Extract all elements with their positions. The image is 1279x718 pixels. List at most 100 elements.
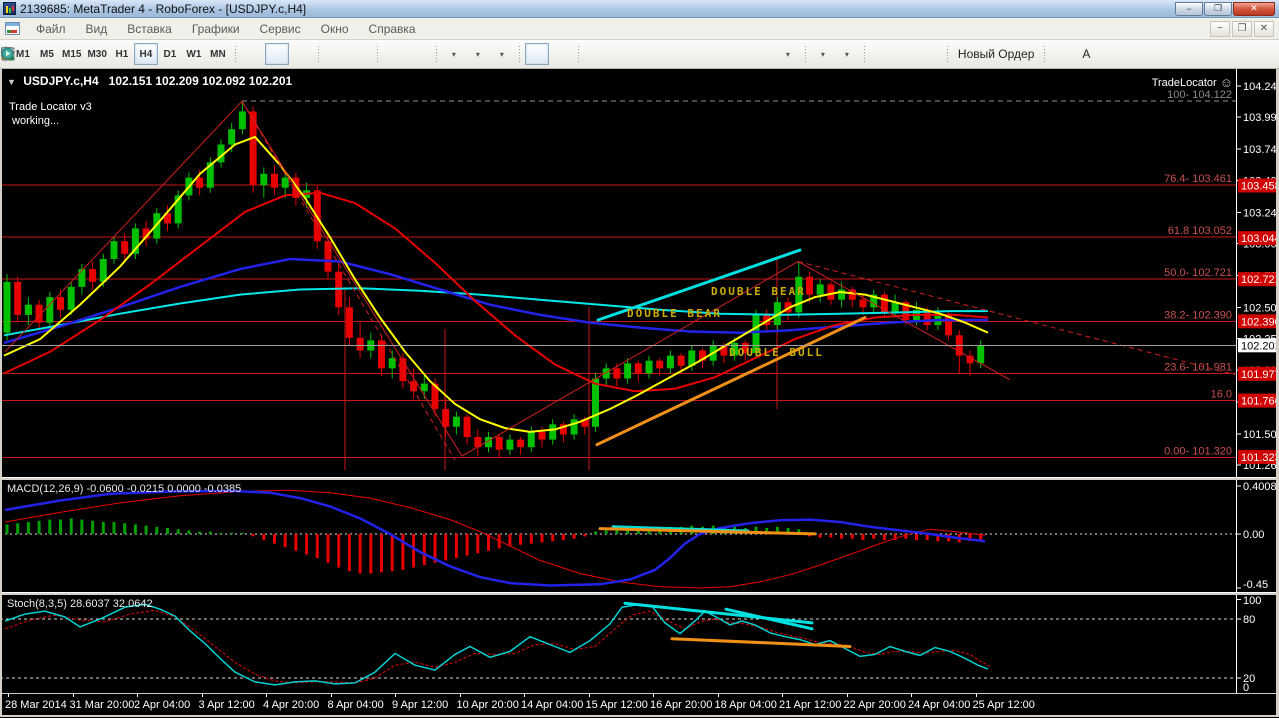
- time-tick-label: 22 Apr 20:00: [843, 699, 906, 711]
- candle-body: [121, 241, 129, 254]
- fibo-fan-button[interactable]: F: [1, 43, 752, 65]
- double-bear-label[interactable]: DOUBLE BEAR: [627, 307, 722, 320]
- child-restore-button[interactable]: ❐: [1232, 20, 1252, 37]
- candle-body: [3, 281, 11, 333]
- dropdown-arrow-icon: ▾: [820, 49, 825, 59]
- timeframe-m15-button[interactable]: M15: [59, 43, 84, 65]
- time-axis[interactable]: 28 Mar 2014 31 Mar 20:00 2 Apr 04:00 3 Apr …: [0, 693, 1279, 715]
- trendline-button[interactable]: [1, 43, 656, 65]
- ohlc-values: 102.151 102.209 102.092 102.201: [108, 74, 293, 88]
- fib-level-label: 16.0: [1211, 389, 1232, 401]
- main-chart-canvas[interactable]: 100- 104.122 76.4- 103.461 61.8 103.052 50.…: [0, 69, 1279, 477]
- autotrading-button[interactable]: А: [1, 43, 1098, 65]
- new-chart-button[interactable]: ▾: [1, 43, 466, 65]
- app-icon: [3, 2, 16, 15]
- time-tick-label: 10 Apr 20:00: [456, 699, 519, 711]
- timeframe-h4-button[interactable]: H4: [133, 43, 158, 65]
- text-label-button[interactable]: T: [1, 43, 728, 65]
- cursor-button[interactable]: [5, 43, 549, 65]
- stoch-splitter[interactable]: [0, 592, 1279, 595]
- child-close-button[interactable]: ✕: [1254, 20, 1274, 37]
- candle-body: [592, 378, 599, 427]
- crosshair-button[interactable]: [2, 43, 573, 65]
- text-button[interactable]: A: [4, 43, 704, 65]
- horizontal-line-button[interactable]: [2, 43, 632, 65]
- candle-body: [24, 304, 32, 315]
- timeframe-label: M30: [87, 48, 107, 60]
- time-tick: [395, 694, 396, 697]
- objects-toolbar: FATFF▾: [1, 40, 800, 68]
- menu-item-вид[interactable]: Вид: [76, 18, 118, 39]
- terminal-button[interactable]: [1, 43, 942, 65]
- time-tick: [72, 694, 74, 697]
- candles-chart-button[interactable]: [1, 43, 289, 65]
- time-tick: [975, 694, 977, 697]
- restore-button[interactable]: ❐: [1204, 1, 1232, 16]
- auto-scroll-button[interactable]: [2, 43, 407, 65]
- timeframe-h1-button[interactable]: H1: [110, 43, 134, 65]
- menu-item-файл[interactable]: Файл: [26, 18, 76, 39]
- fibonacci-button[interactable]: F: [2, 43, 680, 65]
- time-tick-label: 21 Apr 12:00: [779, 699, 842, 711]
- candle-body: [645, 360, 653, 374]
- stoch-panel-canvas[interactable]: 10080200: [0, 595, 1279, 693]
- candle-body: [14, 281, 22, 315]
- bars-chart-button[interactable]: [2, 43, 265, 65]
- candle-body: [388, 358, 396, 369]
- candle-body: [517, 439, 525, 448]
- menu-item-вставка[interactable]: Вставка: [117, 18, 182, 39]
- favorites-button[interactable]: [0, 43, 918, 65]
- timeframe-d1-button[interactable]: D1: [158, 43, 182, 65]
- timeframe-label: M15: [62, 48, 82, 60]
- zoom-toolbar: [2, 40, 372, 68]
- menu-item-графики[interactable]: Графики: [182, 18, 250, 39]
- windows-toolbar: ▾ ▾ ▾: [1, 40, 514, 68]
- zoom-in-button[interactable]: [2, 43, 348, 65]
- timeframe-mn-button[interactable]: MN: [206, 43, 230, 65]
- fib-price-badge-label: 103.458: [1241, 181, 1279, 193]
- candle-body: [356, 337, 364, 351]
- fibo-grid-button[interactable]: F: [2, 43, 776, 65]
- vertical-line-button[interactable]: [7, 43, 608, 65]
- menu-bar: Файл Вид Вставка Графики Сервис Окно Справка −…: [0, 18, 1279, 40]
- stoch-scale-label: 80: [1243, 614, 1255, 626]
- timeframe-toolbar: M1 M5 M15 M30 H1 H4 D1 W1 MN: [11, 40, 230, 68]
- templates-button[interactable]: ▾: [1, 43, 514, 65]
- chart-shift-button[interactable]: [2, 43, 431, 65]
- new-order-button[interactable]: Новый Ордер: [2, 43, 1039, 65]
- toolbar-grip: [862, 45, 866, 63]
- toolbar-grip: [233, 45, 237, 63]
- child-minimize-button[interactable]: −: [1210, 20, 1230, 37]
- arrows-button[interactable]: ▾: [2, 43, 800, 65]
- add-indicator-button[interactable]: ▾: [1, 43, 835, 65]
- profiles-button[interactable]: ▾: [2, 43, 490, 65]
- candle-body: [602, 368, 610, 379]
- timeframe-m5-button[interactable]: M5: [35, 43, 59, 65]
- window-arrange-button[interactable]: ▾: [1, 43, 859, 65]
- price-tick-label: 103.995: [1243, 112, 1279, 124]
- macd-panel-canvas[interactable]: 0.4008 0.00 -0.45: [0, 480, 1279, 592]
- candle-body: [99, 259, 107, 282]
- minimize-button[interactable]: −: [1175, 1, 1203, 16]
- menu-item-справка[interactable]: Справка: [359, 18, 426, 39]
- current-price-badge-label: 102.201: [1241, 340, 1279, 352]
- ingot-button[interactable]: [1, 43, 1074, 65]
- line-chart-button[interactable]: [1, 43, 313, 65]
- timeframe-label: MN: [210, 48, 226, 60]
- menu-item-окно[interactable]: Окно: [311, 18, 359, 39]
- double-bear-label[interactable]: DOUBLE BEAR: [711, 285, 806, 298]
- tradelocator-label[interactable]: TradeLocator ☺: [1152, 75, 1233, 90]
- close-button[interactable]: ✕: [1233, 1, 1275, 16]
- candle-body: [677, 355, 685, 366]
- expert-advisor-button[interactable]: [1, 43, 894, 65]
- toolbar-grip: [803, 45, 807, 63]
- fib-level-label: 23.6- 101.981: [1164, 361, 1232, 373]
- timeframe-m30-button[interactable]: M30: [84, 43, 109, 65]
- menu-item-сервис[interactable]: Сервис: [250, 18, 311, 39]
- time-tick: [911, 694, 912, 697]
- double-bull-label[interactable]: DOUBLE BULL: [729, 346, 824, 359]
- macd-splitter[interactable]: [0, 477, 1279, 480]
- zoom-out-button[interactable]: [2, 43, 372, 65]
- timeframe-w1-button[interactable]: W1: [182, 43, 206, 65]
- stoch-scale-label: 100: [1243, 595, 1261, 607]
